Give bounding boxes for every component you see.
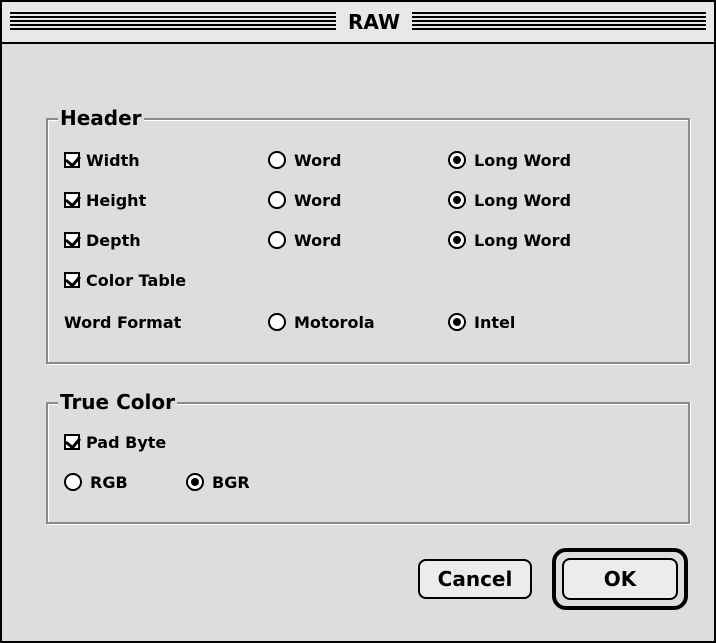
- depth-word-radio[interactable]: Word: [268, 226, 341, 254]
- rgb-radio[interactable]: RGB: [64, 468, 128, 496]
- rgb-radio-circle[interactable]: [64, 473, 82, 491]
- width-word-label: Word: [294, 150, 342, 170]
- true-color-group: True Color: [46, 390, 690, 524]
- depth-long-word-radio[interactable]: Long Word: [448, 226, 571, 254]
- width-long-word-radio[interactable]: Long Word: [448, 146, 571, 174]
- intel-radio-circle[interactable]: [448, 313, 466, 331]
- height-checkbox[interactable]: Height: [64, 186, 146, 214]
- ok-button[interactable]: OK: [562, 558, 678, 600]
- height-word-label: Word: [294, 190, 342, 210]
- raw-dialog-window: RAW Header Width Word Long Word Height W…: [0, 0, 716, 643]
- height-word-radio[interactable]: Word: [268, 186, 341, 214]
- color-table-checkbox-box[interactable]: [64, 272, 80, 288]
- motorola-radio[interactable]: Motorola: [268, 308, 375, 336]
- height-label: Height: [86, 190, 147, 210]
- pad-byte-checkbox[interactable]: Pad Byte: [64, 428, 166, 456]
- pad-byte-label: Pad Byte: [86, 432, 167, 452]
- width-label: Width: [86, 150, 140, 170]
- pad-byte-checkbox-box[interactable]: [64, 434, 80, 450]
- window-title: RAW: [336, 8, 412, 36]
- title-bar-stripes-right: [412, 12, 706, 32]
- color-table-checkbox[interactable]: Color Table: [64, 266, 186, 294]
- motorola-radio-circle[interactable]: [268, 313, 286, 331]
- height-checkbox-box[interactable]: [64, 192, 80, 208]
- title-bar[interactable]: RAW: [2, 2, 714, 44]
- width-word-radio-circle[interactable]: [268, 151, 286, 169]
- header-group-title: Header: [58, 106, 144, 130]
- bgr-radio-circle[interactable]: [186, 473, 204, 491]
- height-long-word-radio-circle[interactable]: [448, 191, 466, 209]
- width-long-word-label: Long Word: [474, 150, 572, 170]
- depth-checkbox[interactable]: Depth: [64, 226, 141, 254]
- intel-label: Intel: [474, 312, 516, 332]
- depth-word-radio-circle[interactable]: [268, 231, 286, 249]
- rgb-label: RGB: [90, 472, 128, 492]
- word-format-label: Word Format: [64, 312, 182, 332]
- width-word-radio[interactable]: Word: [268, 146, 341, 174]
- width-checkbox[interactable]: Width: [64, 146, 140, 174]
- bgr-radio[interactable]: BGR: [186, 468, 250, 496]
- depth-label: Depth: [86, 230, 141, 250]
- bgr-label: BGR: [212, 472, 250, 492]
- dialog-content: Header Width Word Long Word Height Word …: [2, 44, 714, 641]
- depth-long-word-label: Long Word: [474, 230, 572, 250]
- color-table-label: Color Table: [86, 270, 187, 290]
- width-long-word-radio-circle[interactable]: [448, 151, 466, 169]
- height-word-radio-circle[interactable]: [268, 191, 286, 209]
- depth-long-word-radio-circle[interactable]: [448, 231, 466, 249]
- depth-word-label: Word: [294, 230, 342, 250]
- depth-checkbox-box[interactable]: [64, 232, 80, 248]
- true-color-group-title: True Color: [58, 390, 177, 414]
- height-long-word-label: Long Word: [474, 190, 572, 210]
- height-long-word-radio[interactable]: Long Word: [448, 186, 571, 214]
- cancel-button[interactable]: Cancel: [418, 559, 532, 599]
- width-checkbox-box[interactable]: [64, 152, 80, 168]
- intel-radio[interactable]: Intel: [448, 308, 515, 336]
- motorola-label: Motorola: [294, 312, 375, 332]
- title-bar-stripes-left: [10, 12, 336, 32]
